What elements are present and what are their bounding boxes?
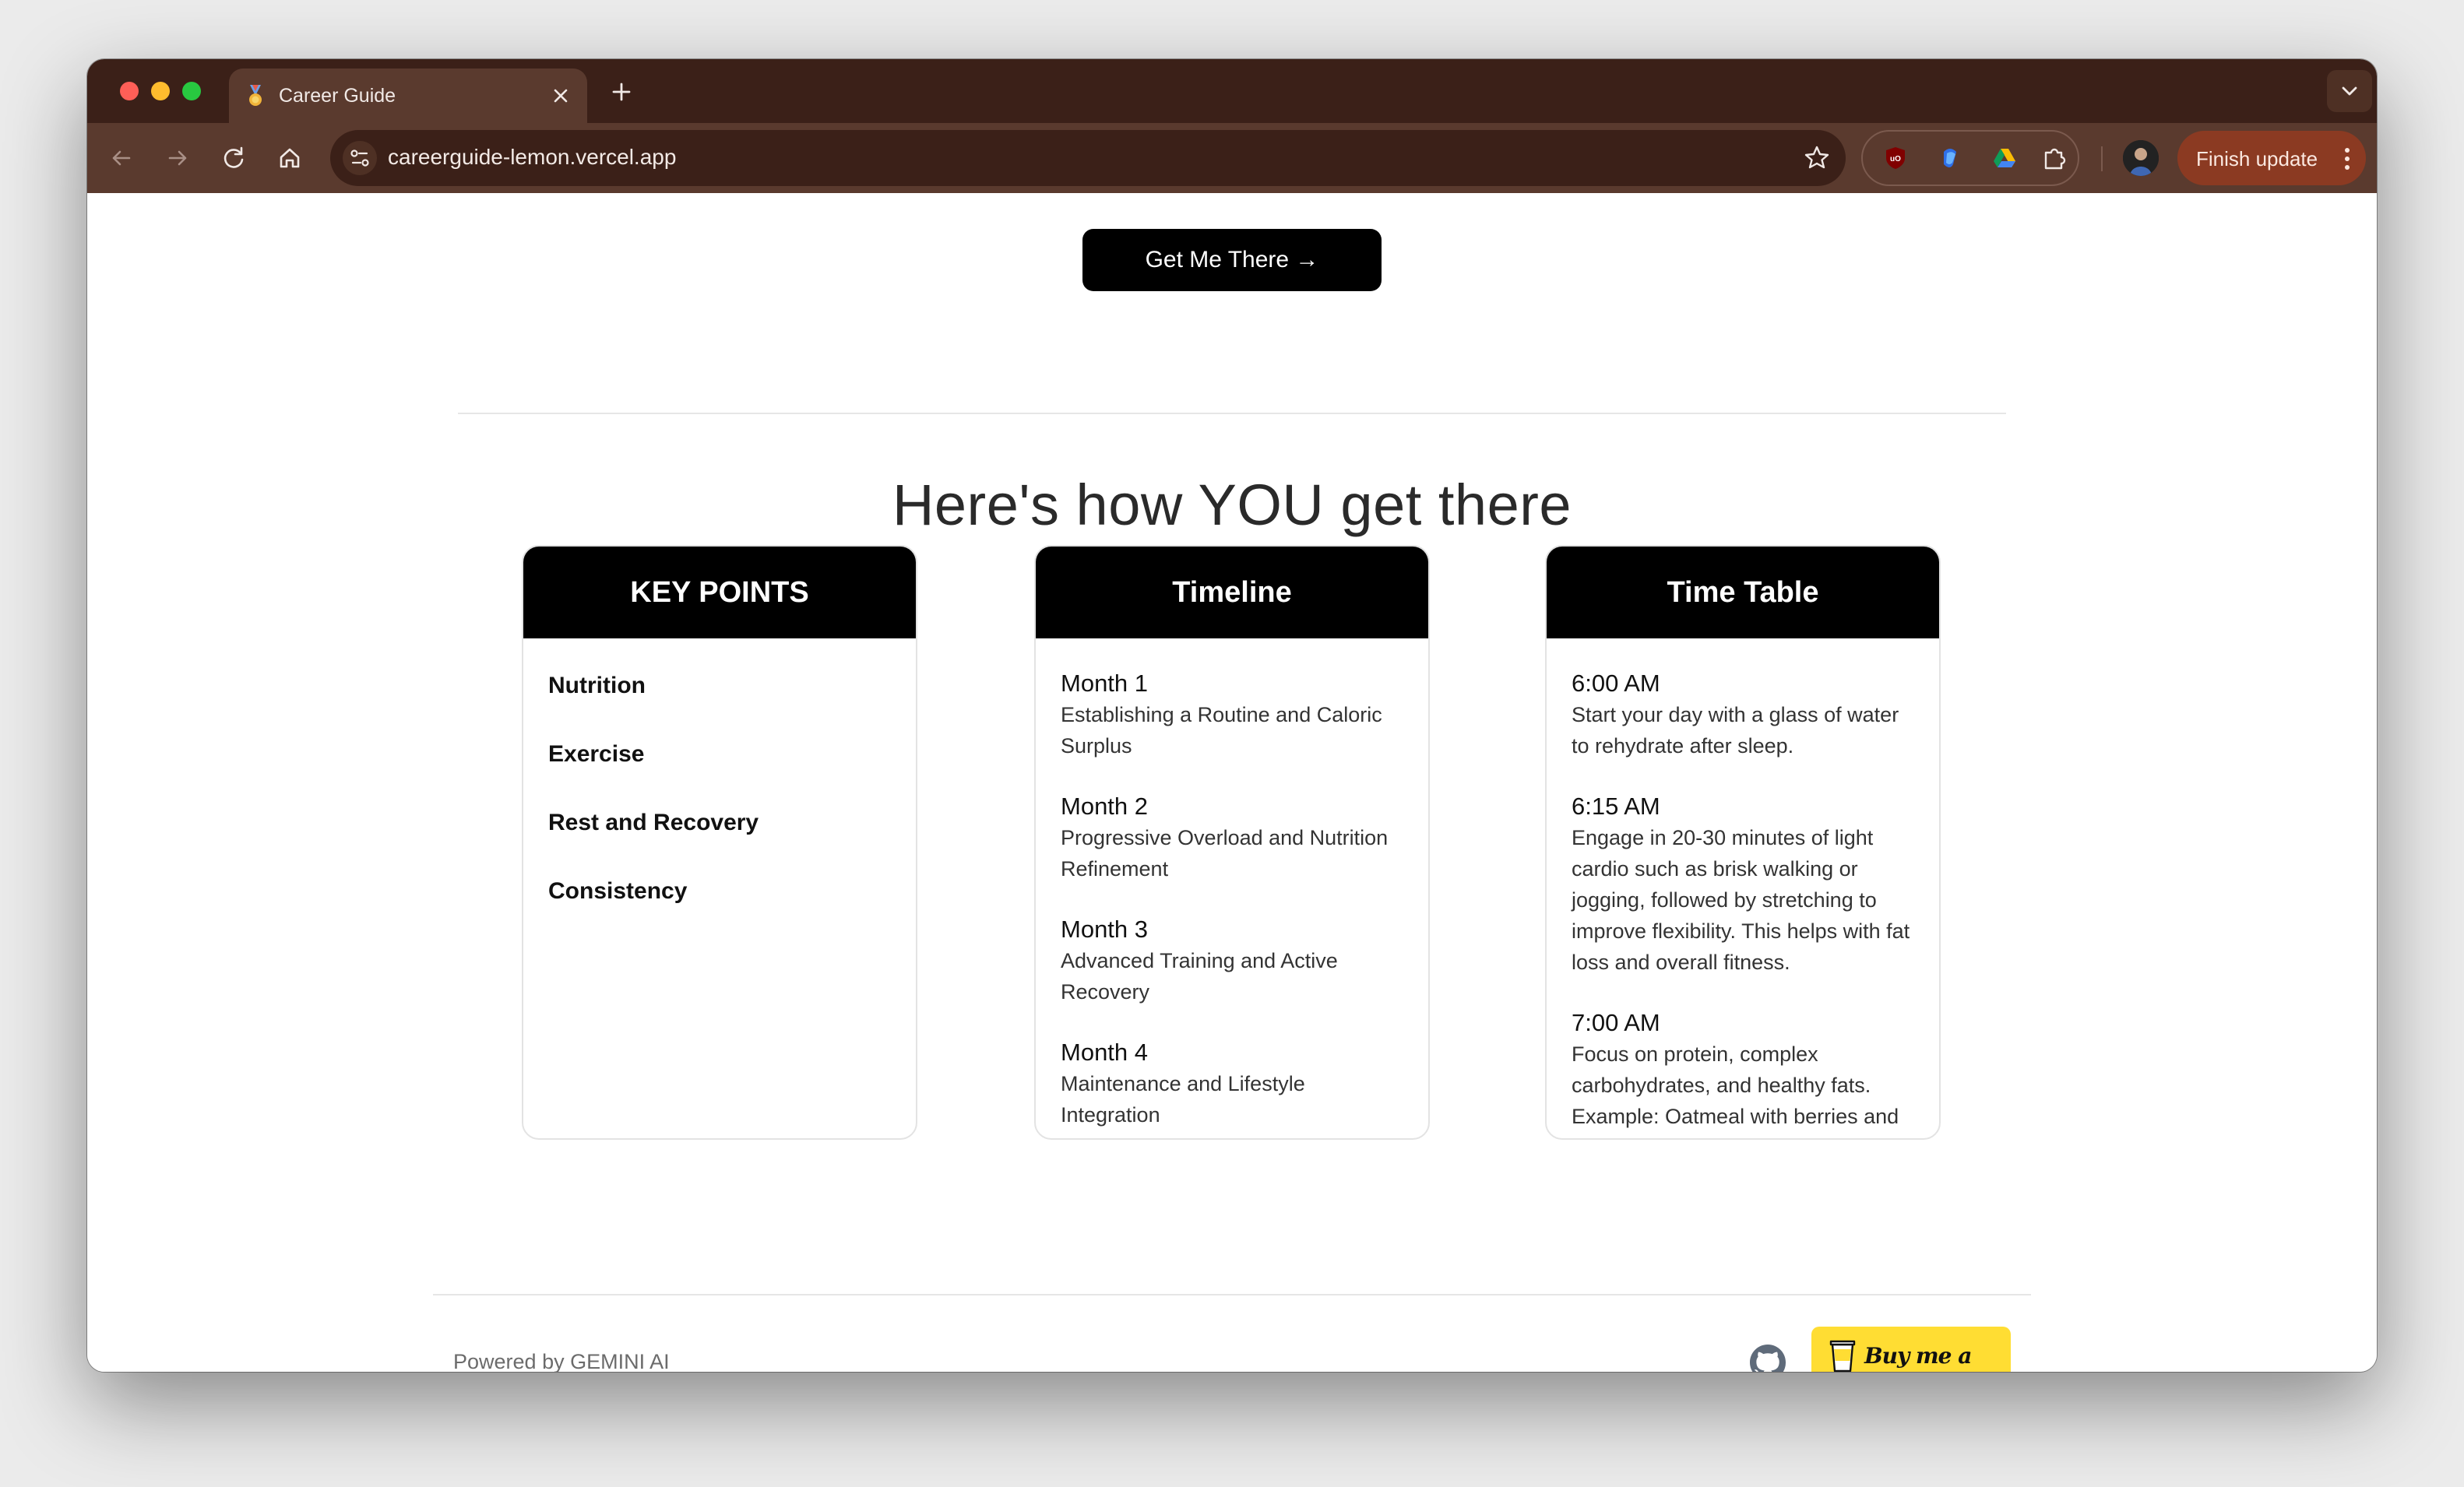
browser-toolbar: careerguide-lemon.vercel.app uO Finish u…	[87, 123, 2377, 193]
card-title: KEY POINTS	[523, 547, 916, 638]
reload-icon[interactable]	[216, 141, 251, 175]
page-content: Get Me There → Here's how YOU get there …	[87, 193, 2377, 1372]
time-table-entry: 6:15 AM Engage in 20-30 minutes of light…	[1572, 791, 1914, 978]
time-table-card[interactable]: Time Table 6:00 AM Start your day with a…	[1545, 545, 1941, 1140]
new-tab-icon[interactable]	[603, 73, 640, 111]
list-item: Nutrition	[548, 673, 646, 698]
tab-search-button[interactable]	[2327, 70, 2372, 112]
chevron-down-icon	[2342, 86, 2357, 96]
back-icon[interactable]	[104, 141, 139, 175]
card-title: Time Table	[1547, 547, 1939, 638]
footer-divider	[433, 1294, 2031, 1295]
address-bar[interactable]: careerguide-lemon.vercel.app	[330, 130, 1846, 186]
page-heading: Here's how YOU get there	[892, 473, 1572, 537]
medal-icon	[249, 85, 262, 106]
list-item: Exercise	[548, 741, 645, 767]
buy-me-a-coffee-label: Buy me a coffee	[1864, 1343, 1972, 1372]
entry-description: Establishing a Routine and Caloric Surpl…	[1061, 703, 1382, 758]
tab-career-guide[interactable]: Career Guide	[229, 69, 587, 123]
tab-title: Career Guide	[279, 85, 396, 107]
entry-title: Month 1	[1061, 670, 1149, 697]
time-table-entry: 6:00 AM Start your day with a glass of w…	[1572, 668, 1914, 761]
more-vert-icon	[2345, 148, 2350, 170]
forward-icon[interactable]	[160, 141, 195, 175]
entry-description: Maintenance and Lifestyle Integration	[1061, 1072, 1305, 1127]
puzzle-icon[interactable]	[2039, 142, 2070, 174]
extensions-group: uO	[1861, 130, 2079, 186]
site-info-button[interactable]	[343, 141, 377, 175]
entry-title: Month 3	[1061, 916, 1149, 943]
copilot-icon[interactable]	[1934, 142, 1966, 174]
entry-description: Engage in 20-30 minutes of light cardio …	[1572, 826, 1910, 974]
finish-update-button[interactable]: Finish update	[2177, 131, 2366, 185]
entry-title: Month 4	[1061, 1039, 1149, 1066]
finish-update-label: Finish update	[2196, 147, 2318, 170]
svg-text:uO: uO	[1890, 155, 1901, 163]
timeline-entry: Month 2 Progressive Overload and Nutriti…	[1061, 791, 1403, 884]
time-table-entry: 7:00 AM Focus on protein, complex carboh…	[1572, 1007, 1914, 1138]
entry-description: Start your day with a glass of water to …	[1572, 703, 1899, 758]
timeline-entry: Month 4 Maintenance and Lifestyle Integr…	[1061, 1037, 1403, 1130]
timeline-entry: Month 3 Advanced Training and Active Rec…	[1061, 914, 1403, 1007]
avatar-icon	[2123, 140, 2159, 176]
browser-window: Career Guide careerguide-lemon.vercel.ap…	[87, 59, 2377, 1372]
entry-title: 7:00 AM	[1572, 1009, 1660, 1036]
entry-title: 6:15 AM	[1572, 793, 1660, 820]
coffee-cup-icon	[1829, 1340, 1856, 1372]
list-item: Rest and Recovery	[548, 810, 759, 835]
section-divider	[458, 413, 2006, 414]
tab-strip: Career Guide	[87, 59, 2377, 123]
get-me-there-button[interactable]: Get Me There →	[1082, 229, 1382, 291]
github-icon[interactable]	[1749, 1344, 1786, 1372]
timeline-entry: Month 1 Establishing a Routine and Calor…	[1061, 668, 1403, 761]
url-text[interactable]: careerguide-lemon.vercel.app	[388, 145, 676, 170]
profile-avatar[interactable]	[2123, 140, 2159, 176]
entry-description: Progressive Overload and Nutrition Refin…	[1061, 826, 1389, 881]
entry-title: 6:00 AM	[1572, 670, 1660, 697]
entry-title: Month 2	[1061, 793, 1149, 820]
time-table-list[interactable]: 6:00 AM Start your day with a glass of w…	[1547, 638, 1939, 1138]
buy-me-a-coffee-button[interactable]: Buy me a coffee	[1811, 1327, 2011, 1372]
timeline-card[interactable]: Timeline Month 1 Establishing a Routine …	[1034, 545, 1430, 1140]
card-title: Timeline	[1036, 547, 1428, 638]
toolbar-divider	[2101, 146, 2103, 171]
entry-description: Advanced Training and Active Recovery	[1061, 949, 1338, 1004]
powered-by-text: Powered by GEMINI AI	[453, 1350, 670, 1372]
list-item: Consistency	[548, 878, 688, 904]
entry-description: Focus on protein, complex carbohydrates,…	[1572, 1042, 1899, 1138]
timeline-list[interactable]: Month 1 Establishing a Routine and Calor…	[1036, 638, 1428, 1130]
tune-icon	[350, 149, 369, 167]
bookmark-star-icon[interactable]	[1800, 142, 1833, 174]
google-drive-icon[interactable]	[1989, 142, 2020, 174]
key-points-list: Nutrition Exercise Rest and Recovery Con…	[523, 638, 916, 905]
maximize-window-button[interactable]	[182, 82, 201, 100]
close-window-button[interactable]	[120, 82, 139, 100]
home-icon[interactable]	[273, 141, 307, 175]
close-tab-icon[interactable]	[544, 79, 578, 113]
ublock-icon[interactable]: uO	[1880, 142, 1911, 174]
key-points-card: KEY POINTS Nutrition Exercise Rest and R…	[522, 545, 917, 1140]
minimize-window-button[interactable]	[151, 82, 170, 100]
